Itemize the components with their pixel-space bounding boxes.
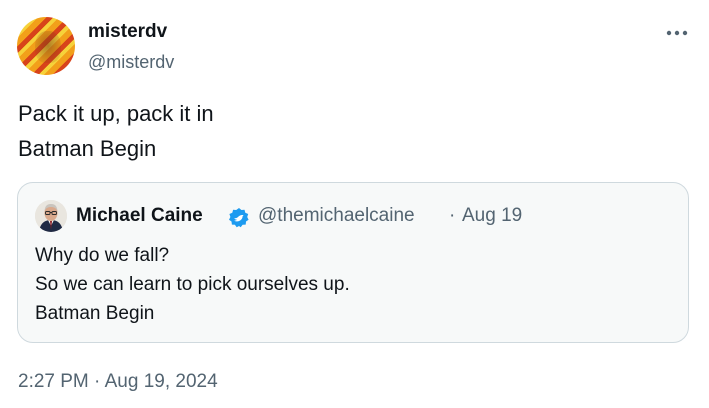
author-avatar[interactable] — [17, 17, 75, 75]
tweet-date: Aug 19, 2024 — [104, 371, 218, 392]
quoted-meta-separator: · — [449, 205, 456, 226]
tweet-time: 2:27 PM — [18, 371, 89, 392]
quoted-tweet-text: Why do we fall? So we can learn to pick … — [35, 241, 675, 328]
tweet-timestamp[interactable]: 2:27 PM · Aug 19, 2024 — [18, 370, 218, 394]
quoted-author-handle[interactable]: @themichaelcaine — [258, 204, 415, 228]
quoted-text-line: Batman Begin — [35, 303, 155, 324]
author-handle[interactable]: @misterdv — [88, 50, 174, 74]
author-display-name[interactable]: misterdv — [88, 20, 167, 44]
quoted-author-display-name[interactable]: Michael Caine — [76, 204, 203, 228]
verified-badge-icon — [229, 208, 249, 228]
quoted-text-line: Why do we fall? — [35, 245, 170, 266]
timestamp-separator: · — [94, 371, 101, 392]
quoted-text-line: So we can learn to pick ourselves up. — [35, 274, 350, 295]
tweet-text: Pack it up, pack it in Batman Begin — [18, 96, 678, 166]
quoted-tweet-date[interactable]: Aug 19 — [462, 204, 522, 228]
tweet: misterdv @misterdv Pack it up, pack it i… — [0, 0, 709, 408]
quoted-tweet-card[interactable]: Michael Caine @themichaelcaine · Aug 19 … — [17, 182, 689, 343]
quoted-author-avatar — [35, 200, 67, 232]
more-icon — [666, 30, 688, 36]
tweet-text-line: Pack it up, pack it in — [18, 101, 214, 126]
more-options-button[interactable] — [662, 18, 692, 48]
tweet-text-line: Batman Begin — [18, 136, 157, 161]
